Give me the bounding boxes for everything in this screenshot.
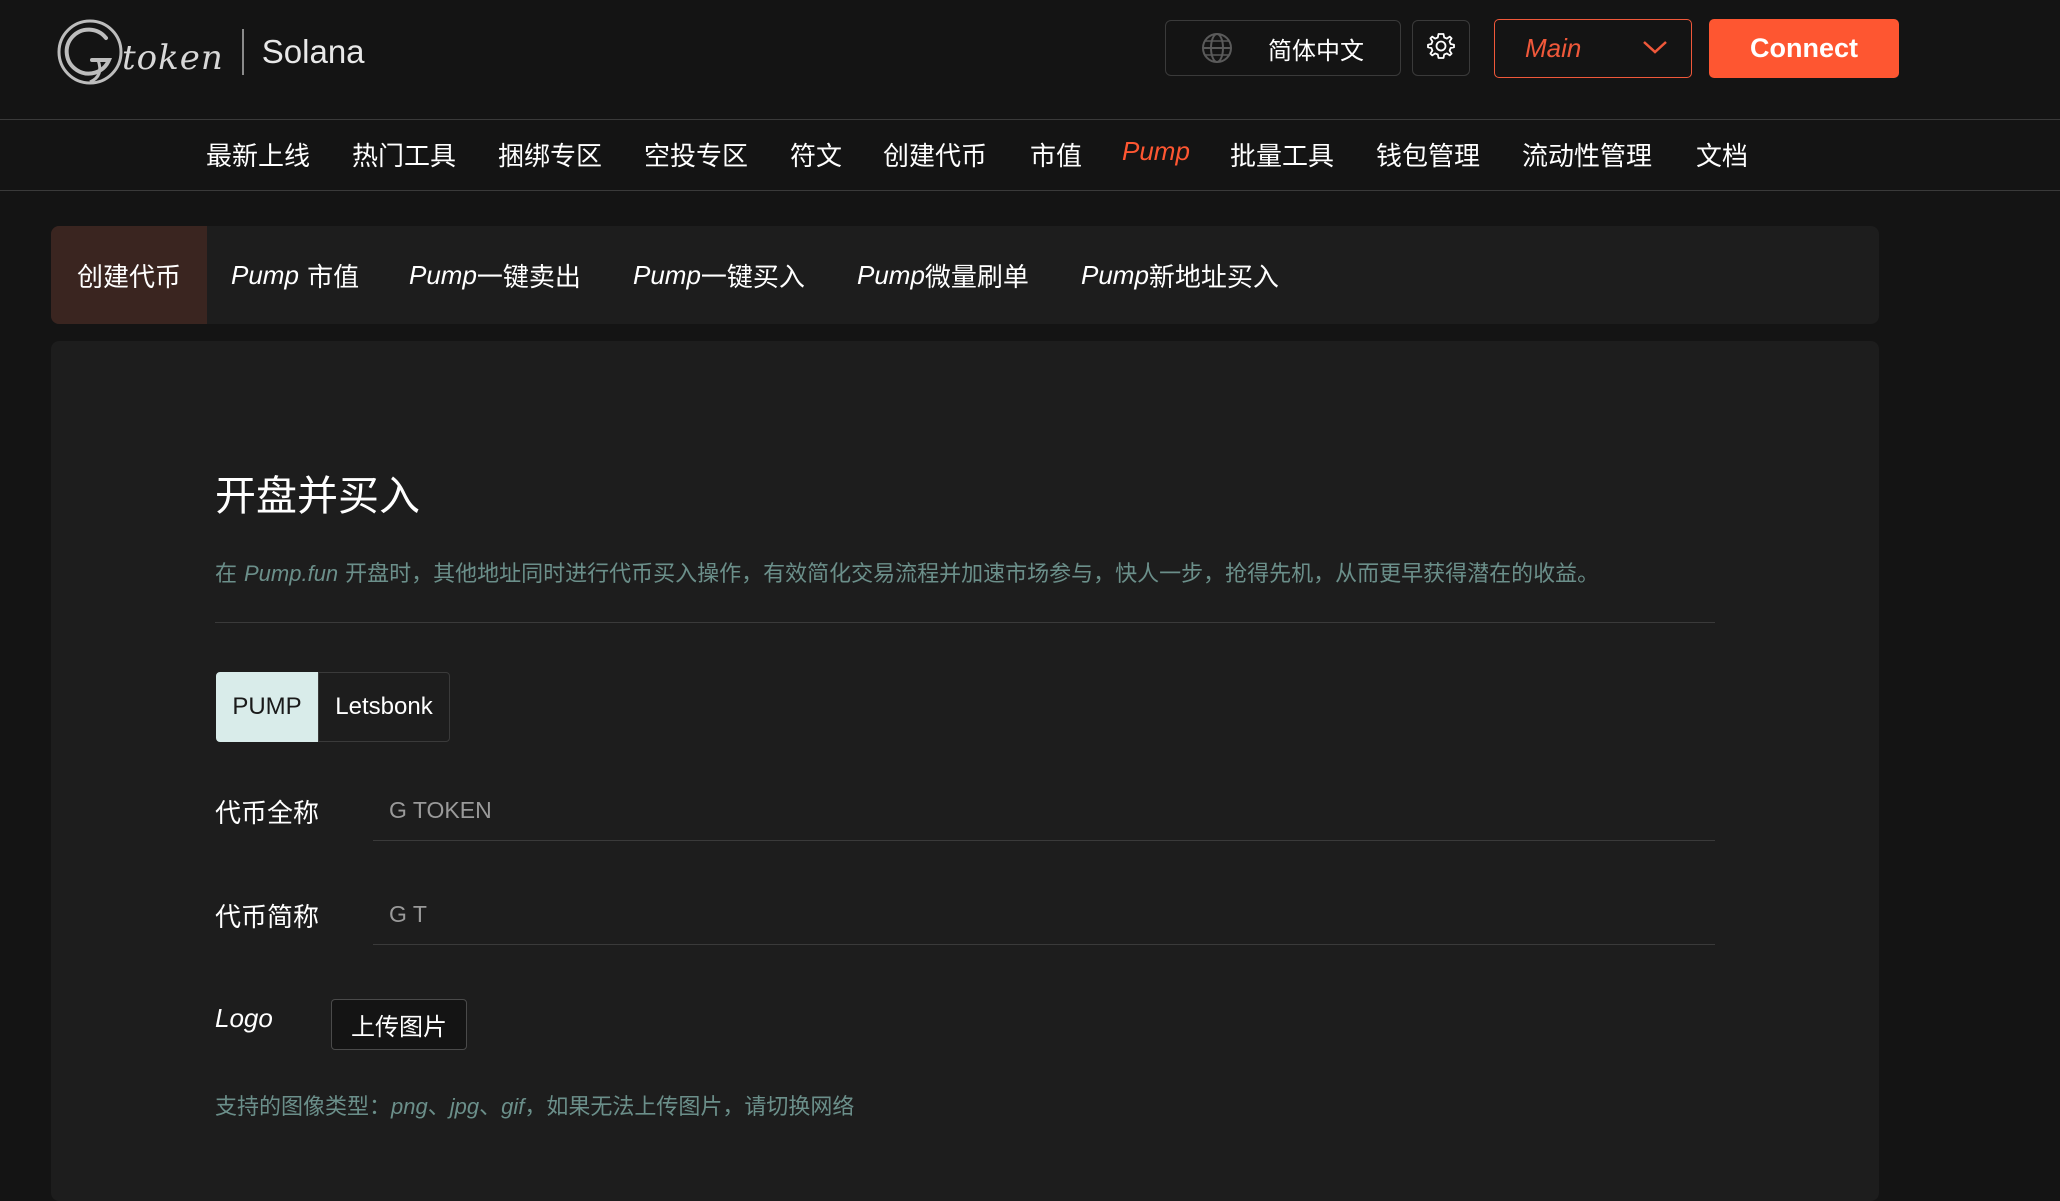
tab-label: 一键卖出 <box>476 262 581 293</box>
hint-rest: ，如果无法上传图片，请切换网络 <box>524 1095 855 1120</box>
hint-jpg: jpg <box>449 1094 480 1119</box>
hint-prefix: 支持的图像类型： <box>215 1095 392 1120</box>
section-divider <box>215 622 1715 623</box>
page-description: 在 Pump.fun 开盘时，其他地址同时进行代币买入操作，有效简化交易流程并加… <box>215 556 1599 588</box>
tab-create-token[interactable]: 创建代币 <box>51 226 208 324</box>
nav-item-bundle[interactable]: 捆绑专区 <box>498 136 602 173</box>
language-label: 简体中文 <box>1268 36 1364 65</box>
tab-prefix: Pump <box>633 259 701 290</box>
token-name-label: 代币全称 <box>215 799 320 829</box>
tab-prefix: Pump <box>231 259 299 290</box>
tab-prefix: Pump <box>857 259 925 290</box>
top-header: token Solana 简体中文 Main Connect <box>0 0 2060 119</box>
tab-label: 微量刷单 <box>924 262 1029 293</box>
desc-brand: Pump.fun <box>244 561 339 586</box>
gear-icon <box>1427 32 1455 64</box>
tab-label: 创建代币 <box>77 262 182 293</box>
nav-item-pump[interactable]: Pump <box>1122 136 1190 167</box>
logo-wordmark: token <box>122 38 224 78</box>
desc-prefix: 在 <box>215 562 244 587</box>
nav-item-market-cap[interactable]: 市值 <box>1030 136 1082 173</box>
hint-png: png <box>391 1094 428 1119</box>
connect-wallet-button[interactable]: Connect <box>1709 19 1899 78</box>
tab-prefix: Pump <box>409 259 477 290</box>
tab-label: 新地址买入 <box>1148 262 1279 293</box>
g-logo-icon <box>54 16 126 88</box>
tab-pump-micro-trades[interactable]: Pump 微量刷单 <box>857 226 1029 324</box>
protocol-letsbonk-button[interactable]: Letsbonk <box>318 672 450 742</box>
globe-icon <box>1200 31 1234 65</box>
logo-divider <box>241 29 244 75</box>
network-select[interactable]: Main <box>1494 19 1692 78</box>
tab-pump-new-address-buy[interactable]: Pump 新地址买入 <box>1081 226 1279 324</box>
hint-gif: gif <box>501 1094 525 1119</box>
nav-item-batch-tools[interactable]: 批量工具 <box>1230 136 1334 173</box>
image-type-hint: 支持的图像类型：png、jpg、gif，如果无法上传图片，请切换网络 <box>215 1089 854 1121</box>
nav-item-runes[interactable]: 符文 <box>790 136 842 173</box>
nav-item-create-token[interactable]: 创建代币 <box>883 136 987 173</box>
nav-item-docs[interactable]: 文档 <box>1696 136 1748 173</box>
tab-label: 市值 <box>298 262 360 293</box>
hint-sep: 、 <box>427 1095 450 1120</box>
tab-prefix: Pump <box>1081 259 1149 290</box>
chain-name: Solana <box>261 33 365 70</box>
nav-item-hot-tools[interactable]: 热门工具 <box>352 136 456 173</box>
network-value: Main <box>1525 33 1582 63</box>
brand-logo[interactable]: token Solana <box>54 16 365 88</box>
main-nav: 最新上线 热门工具 捆绑专区 空投专区 符文 创建代币 市值 Pump 批量工具… <box>0 120 2060 190</box>
token-name-input[interactable] <box>373 781 1715 841</box>
nav-item-airdrop[interactable]: 空投专区 <box>644 136 748 173</box>
upload-image-button[interactable]: 上传图片 <box>331 999 467 1050</box>
token-symbol-input[interactable] <box>373 885 1715 945</box>
desc-rest: 开盘时，其他地址同时进行代币买入操作，有效简化交易流程并加速市场参与，快人一步，… <box>338 562 1600 587</box>
nav-item-liquidity-management[interactable]: 流动性管理 <box>1522 136 1652 173</box>
hint-sep: 、 <box>479 1095 502 1120</box>
nav-divider <box>0 190 2060 191</box>
page-title: 开盘并买入 <box>215 472 420 520</box>
tab-label: 一键买入 <box>700 262 805 293</box>
pump-sub-tabs: 创建代币 Pump 市值 Pump 一键卖出 Pump 一键买入 Pump 微量刷单 … <box>51 226 1879 324</box>
language-selector[interactable]: 简体中文 <box>1165 20 1401 76</box>
tab-pump-one-click-buy[interactable]: Pump 一键买入 <box>633 226 805 324</box>
token-symbol-label: 代币简称 <box>215 903 320 933</box>
chevron-down-icon <box>1641 39 1669 59</box>
protocol-pump-button[interactable]: PUMP <box>216 672 318 742</box>
tab-pump-one-click-sell[interactable]: Pump 一键卖出 <box>409 226 581 324</box>
settings-button[interactable] <box>1412 20 1470 76</box>
nav-item-latest[interactable]: 最新上线 <box>206 136 310 173</box>
protocol-toggle: PUMP Letsbonk <box>216 672 450 742</box>
tab-pump-market-cap[interactable]: Pump 市值 <box>231 226 359 324</box>
logo-label: Logo <box>215 1003 273 1033</box>
nav-item-wallet-management[interactable]: 钱包管理 <box>1376 136 1480 173</box>
